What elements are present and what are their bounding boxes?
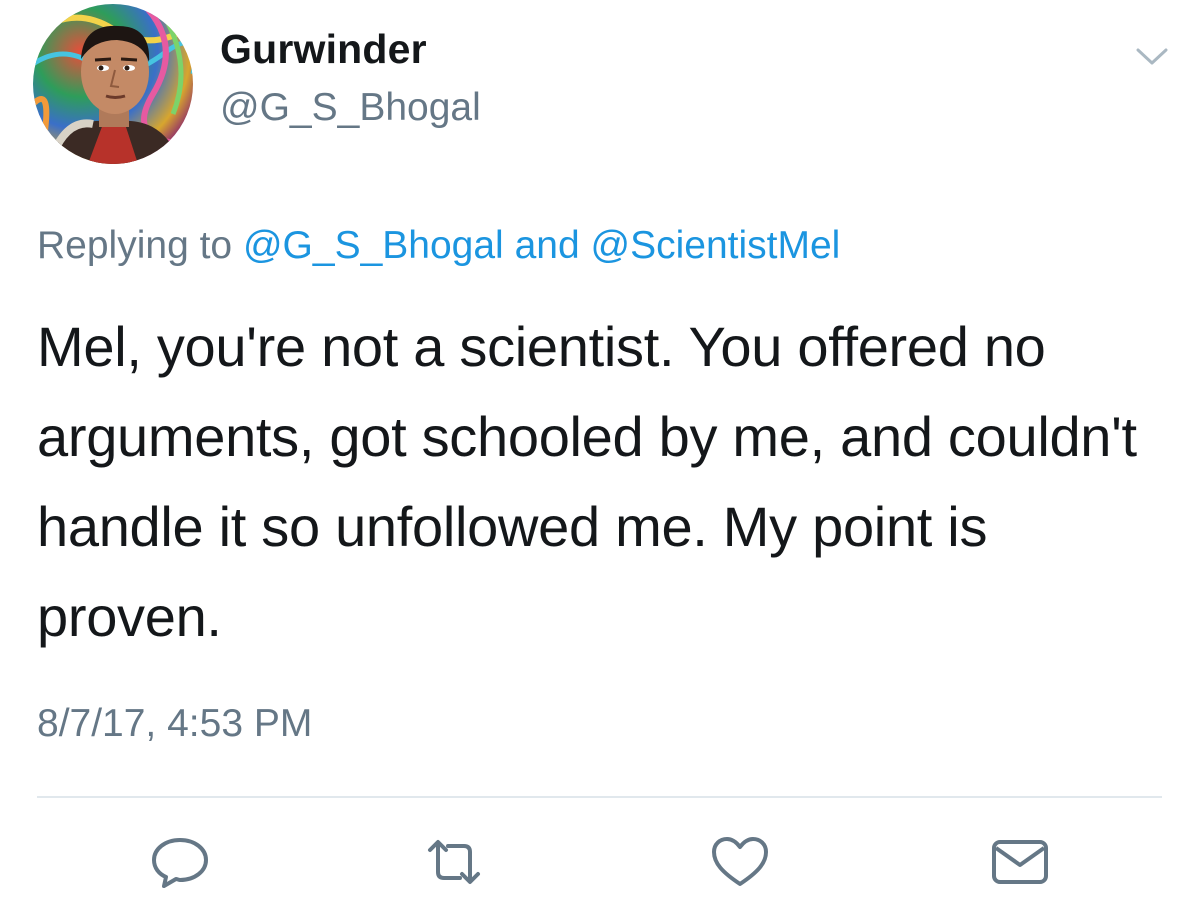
replying-conjunction: and [514,224,580,267]
direct-message-button[interactable] [988,832,1052,892]
divider [37,796,1162,798]
display-name[interactable]: Gurwinder [220,26,427,73]
mention-link-2[interactable]: @ScientistMel [591,224,841,267]
envelope-icon [992,840,1048,884]
reply-button[interactable] [148,832,212,892]
retweet-button[interactable] [422,832,486,892]
like-button[interactable] [708,832,772,892]
avatar[interactable] [33,4,193,164]
heart-icon [712,837,768,886]
replying-to-label: Replying to [37,224,233,267]
mention-link-1[interactable]: @G_S_Bhogal [243,224,504,267]
chevron-down-icon[interactable] [1132,40,1172,70]
retweet-icon [428,840,480,884]
user-handle[interactable]: @G_S_Bhogal [220,86,481,130]
tweet-text: Mel, you're not a scientist. You offered… [37,315,1137,648]
profile-photo-icon [33,4,193,164]
speech-bubble-icon [152,838,208,888]
replying-to-line: Replying to @G_S_Bhogal and @ScientistMe… [37,224,840,268]
tweet-timestamp[interactable]: 8/7/17, 4:53 PM [37,702,312,746]
